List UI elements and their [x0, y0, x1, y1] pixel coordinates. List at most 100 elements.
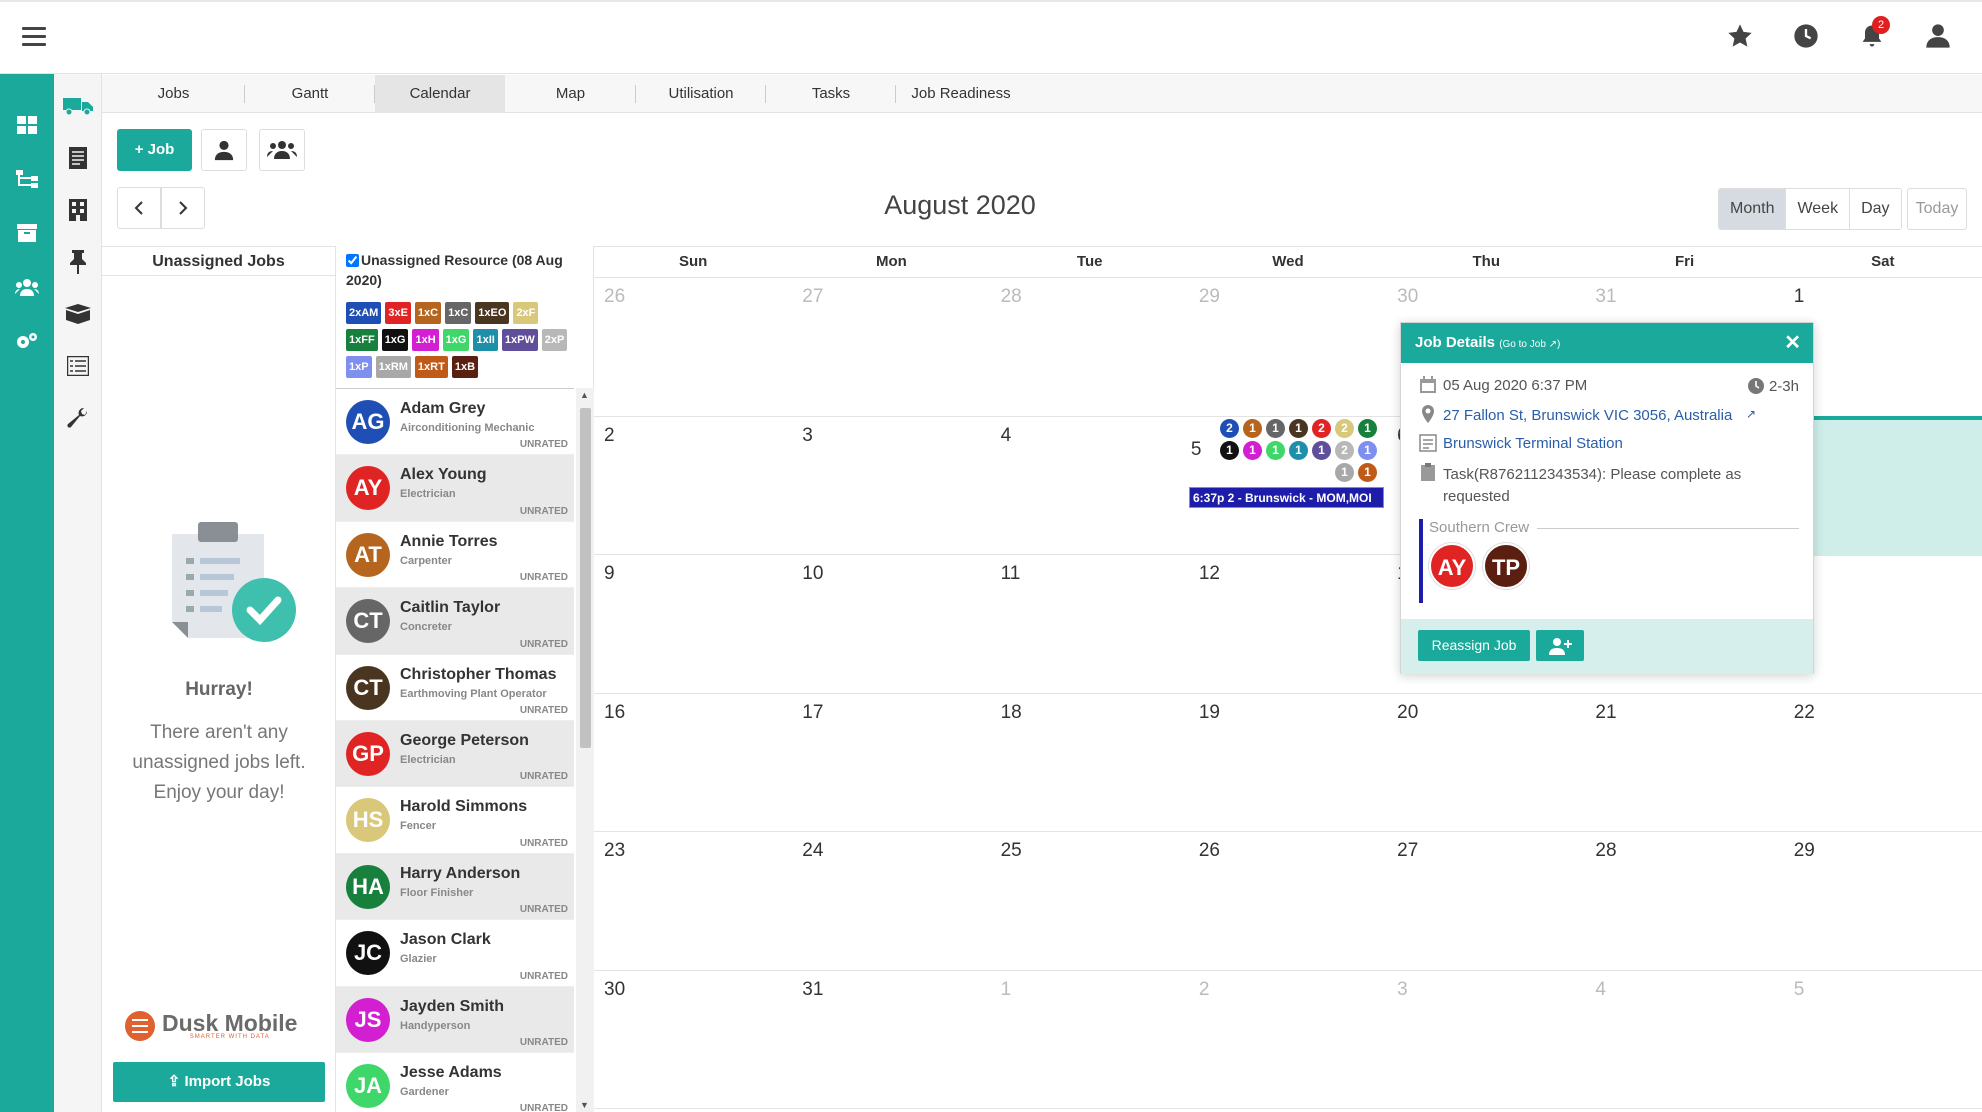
- resource-item[interactable]: HS Harold Simmons Fencer UNRATED: [336, 787, 574, 854]
- tab-job-readiness[interactable]: Job Readiness: [896, 75, 1026, 113]
- resource-tag[interactable]: 1xPW: [501, 329, 538, 351]
- calendar-day-cell[interactable]: 2: [594, 417, 792, 555]
- resource-count-dot[interactable]: 1: [1266, 441, 1285, 460]
- calendar-day-cell[interactable]: 28: [991, 278, 1189, 416]
- external-link-icon[interactable]: ↗: [1746, 407, 1756, 421]
- resource-tag[interactable]: 2xP: [541, 329, 568, 351]
- week-view-button[interactable]: Week: [1786, 189, 1851, 229]
- resource-scrollbar[interactable]: ▲ ▼: [576, 388, 594, 1112]
- resource-count-dot[interactable]: 1: [1243, 441, 1262, 460]
- tab-gantt[interactable]: Gantt: [245, 75, 375, 113]
- resource-item[interactable]: JA Jesse Adams Gardener UNRATED: [336, 1053, 574, 1112]
- tab-jobs[interactable]: Jobs: [102, 75, 245, 113]
- calendar-day-cell[interactable]: 10: [792, 555, 990, 693]
- scroll-up-icon[interactable]: ▲: [580, 390, 589, 400]
- pin-icon[interactable]: [54, 236, 102, 288]
- single-resource-button[interactable]: [201, 129, 247, 171]
- reassign-job-button[interactable]: Reassign Job: [1418, 630, 1530, 661]
- resource-count-dot[interactable]: 1: [1358, 463, 1377, 482]
- resource-count-dot[interactable]: 1: [1266, 419, 1285, 438]
- close-icon[interactable]: ✕: [1784, 323, 1801, 363]
- resource-tag[interactable]: 1xG: [442, 329, 470, 351]
- resource-item[interactable]: CT Christopher Thomas Earthmoving Plant Op…: [336, 655, 574, 721]
- truck-icon[interactable]: [54, 80, 102, 132]
- job-address-link[interactable]: 27 Fallon St, Brunswick VIC 3056, Austra…: [1443, 407, 1732, 424]
- resource-item[interactable]: AG Adam Grey Airconditioning Mechanic UNRAT…: [336, 389, 574, 456]
- resource-count-dot[interactable]: 1: [1335, 463, 1354, 482]
- resource-count-dot[interactable]: 2: [1220, 419, 1239, 438]
- calendar-day-cell[interactable]: 21: [1585, 694, 1783, 832]
- calendar-day-cell[interactable]: 24: [792, 832, 990, 970]
- hierarchy-icon[interactable]: [0, 152, 54, 206]
- calendar-day-cell[interactable]: 23: [594, 832, 792, 970]
- list-icon[interactable]: [54, 340, 102, 392]
- gears-icon[interactable]: [0, 314, 54, 368]
- resource-item[interactable]: CT Caitlin Taylor Concreter UNRATED: [336, 588, 574, 655]
- bell-icon[interactable]: 2: [1858, 16, 1890, 50]
- resource-tag[interactable]: 2xAM: [346, 302, 382, 324]
- resource-count-dot[interactable]: 1: [1220, 441, 1239, 460]
- job-site-link[interactable]: Brunswick Terminal Station: [1443, 435, 1623, 452]
- calendar-day-cell[interactable]: 3: [792, 417, 990, 555]
- star-icon[interactable]: [1726, 22, 1754, 50]
- tab-utilisation[interactable]: Utilisation: [636, 75, 766, 113]
- day-view-button[interactable]: Day: [1850, 189, 1901, 229]
- resource-tag[interactable]: 1xP: [346, 356, 372, 378]
- calendar-day-cell[interactable]: 31: [792, 971, 990, 1109]
- dashboard-icon[interactable]: [0, 98, 54, 152]
- resource-item[interactable]: HA Harry Anderson Floor Finisher UNRATED: [336, 853, 574, 921]
- box-icon[interactable]: [54, 288, 102, 340]
- resource-count-dot[interactable]: 1: [1243, 419, 1262, 438]
- resource-item[interactable]: GP George Peterson Electrician UNRATED: [336, 720, 574, 788]
- crew-avatar[interactable]: AY: [1429, 543, 1475, 589]
- resource-tag[interactable]: 3xE: [385, 302, 411, 324]
- today-button[interactable]: Today: [1907, 188, 1967, 230]
- calendar-day-cell[interactable]: 3: [1387, 971, 1585, 1109]
- calendar-day-cell[interactable]: 28: [1585, 832, 1783, 970]
- resource-tag[interactable]: 1xC: [445, 302, 472, 324]
- resource-tag[interactable]: 1xEO: [475, 302, 510, 324]
- calendar-day-cell[interactable]: 25: [991, 832, 1189, 970]
- next-month-button[interactable]: [161, 187, 205, 229]
- import-jobs-button[interactable]: ⇪ Import Jobs: [113, 1062, 325, 1102]
- resource-tag[interactable]: 1xG: [381, 329, 409, 351]
- calendar-day-cell[interactable]: 11: [991, 555, 1189, 693]
- tab-map[interactable]: Map: [505, 75, 636, 113]
- menu-icon[interactable]: [22, 27, 46, 47]
- resource-count-dot[interactable]: 1: [1289, 419, 1308, 438]
- resource-count-dot[interactable]: 1: [1358, 441, 1377, 460]
- receipt-icon[interactable]: [54, 132, 102, 184]
- add-person-button[interactable]: [1536, 630, 1584, 661]
- calendar-event[interactable]: 6:37p 2 - Brunswick - MOM,MOI: [1189, 487, 1384, 508]
- resource-item[interactable]: AT Annie Torres Carpenter UNRATED: [336, 522, 574, 589]
- go-to-job-link[interactable]: (Go to Job ↗): [1499, 339, 1560, 350]
- tab-calendar[interactable]: Calendar: [375, 75, 505, 113]
- resource-tag[interactable]: 1xH: [412, 329, 439, 351]
- calendar-day-cell[interactable]: 19: [1189, 694, 1387, 832]
- calendar-day-cell[interactable]: 12: [1189, 555, 1387, 693]
- prev-month-button[interactable]: [117, 187, 161, 229]
- calendar-day-cell[interactable]: 16: [594, 694, 792, 832]
- resource-tag[interactable]: 1xRM: [375, 356, 411, 378]
- inbox-icon[interactable]: [0, 206, 54, 260]
- calendar-day-cell[interactable]: 22: [1784, 694, 1982, 832]
- calendar-day-cell[interactable]: 30: [594, 971, 792, 1109]
- calendar-day-cell[interactable]: 9: [594, 555, 792, 693]
- add-job-button[interactable]: + Job: [117, 129, 192, 171]
- resource-item[interactable]: JC Jason Clark Glazier UNRATED: [336, 920, 574, 987]
- crew-resource-button[interactable]: [259, 129, 305, 171]
- scroll-thumb[interactable]: [580, 408, 591, 748]
- users-icon[interactable]: [0, 260, 54, 314]
- clock-icon[interactable]: [1792, 22, 1820, 50]
- resource-tag[interactable]: 2xF: [513, 302, 539, 324]
- user-icon[interactable]: [1924, 22, 1952, 50]
- resource-count-dot[interactable]: 1: [1312, 441, 1331, 460]
- calendar-day-cell[interactable]: 18: [991, 694, 1189, 832]
- crew-avatar[interactable]: TP: [1483, 543, 1529, 589]
- calendar-day-cell[interactable]: 27: [792, 278, 990, 416]
- calendar-day-cell[interactable]: 1: [991, 971, 1189, 1109]
- calendar-day-cell[interactable]: 29: [1189, 278, 1387, 416]
- scroll-down-icon[interactable]: ▼: [580, 1100, 589, 1110]
- calendar-day-cell[interactable]: 20: [1387, 694, 1585, 832]
- resource-count-dot[interactable]: 1: [1358, 419, 1377, 438]
